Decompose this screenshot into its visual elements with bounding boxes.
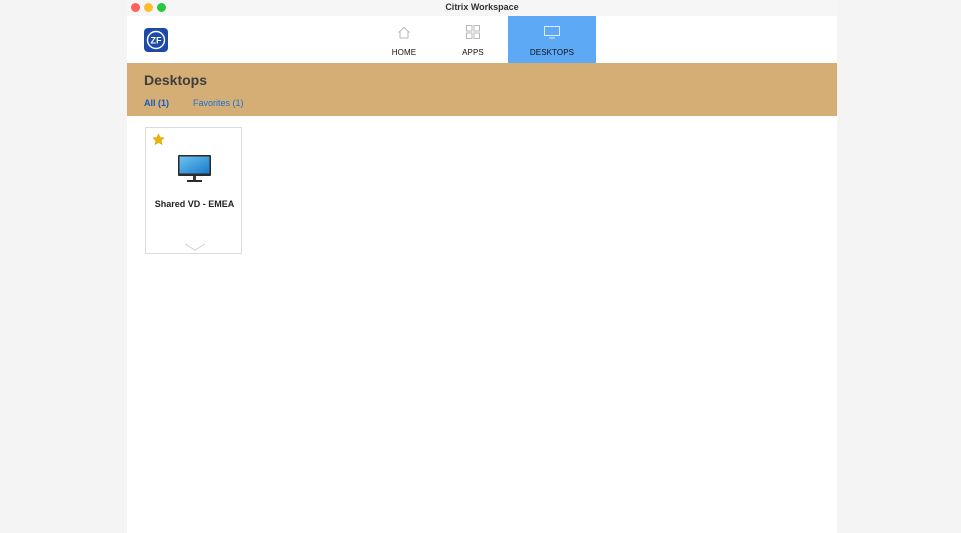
favorite-star-icon[interactable] bbox=[152, 133, 165, 151]
page-header: Desktops All (1) Favorites (1) bbox=[127, 63, 837, 116]
desktop-icon bbox=[544, 26, 560, 44]
home-icon bbox=[397, 26, 411, 44]
filter-favorites[interactable]: Favorites (1) bbox=[193, 98, 244, 108]
chevron-down-icon[interactable] bbox=[184, 238, 206, 256]
filter-all[interactable]: All (1) bbox=[144, 98, 169, 108]
desktop-card[interactable]: Shared VD - EMEA bbox=[145, 127, 242, 254]
tab-apps-label: APPS bbox=[462, 48, 484, 57]
monitor-icon bbox=[178, 155, 211, 188]
tab-desktops-label: DESKTOPS bbox=[529, 48, 575, 57]
citrix-workspace-window: Citrix Workspace ZF HOME APPS DESKTOPS D… bbox=[127, 0, 837, 533]
page-title: Desktops bbox=[144, 72, 208, 88]
logo-text: ZF bbox=[151, 36, 162, 46]
top-navigation-bar: ZF HOME APPS DESKTOPS bbox=[127, 16, 837, 63]
tab-home-label: HOME bbox=[391, 48, 417, 57]
tab-apps[interactable]: APPS bbox=[429, 16, 517, 63]
zf-logo: ZF bbox=[144, 28, 168, 52]
desktop-name: Shared VD - EMEA bbox=[154, 199, 235, 209]
tab-desktops[interactable]: DESKTOPS bbox=[508, 16, 596, 63]
window-title: Citrix Workspace bbox=[445, 2, 519, 12]
apps-grid-icon bbox=[466, 25, 480, 44]
title-bar: Citrix Workspace bbox=[127, 0, 837, 16]
